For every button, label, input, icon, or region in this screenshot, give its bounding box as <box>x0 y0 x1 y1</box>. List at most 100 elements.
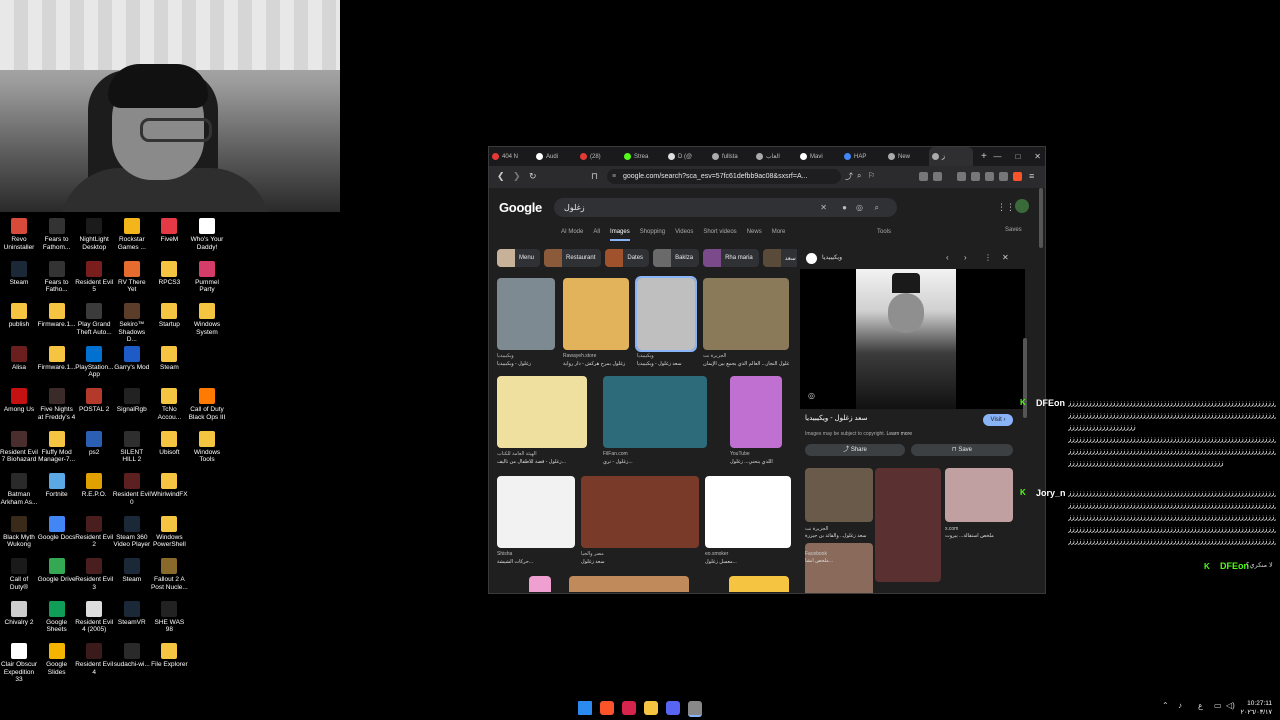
desktop-shortcut[interactable]: Garry's Mod <box>113 345 151 372</box>
files-icon[interactable] <box>644 701 658 715</box>
result-thumbnail[interactable] <box>563 278 629 350</box>
search-tab[interactable]: Videos <box>675 229 693 241</box>
clear-icon[interactable]: ✕ <box>820 198 827 217</box>
brave-icon[interactable] <box>600 701 614 715</box>
search-tab[interactable]: More <box>772 229 786 241</box>
share-button[interactable]: ⤴ Share <box>805 444 905 456</box>
filter-chip[interactable]: Menu <box>497 249 541 267</box>
microphone-icon[interactable]: ♪ <box>1178 701 1182 710</box>
previous-result-icon[interactable]: ‹ <box>946 253 949 262</box>
result-source[interactable]: الجزيرة نت <box>703 353 726 359</box>
desktop-shortcut[interactable]: File Explorer <box>150 643 188 669</box>
desktop-shortcut[interactable]: Firmware.1... <box>38 303 76 329</box>
desktop-shortcut[interactable]: Steam <box>0 260 38 287</box>
desktop-shortcut[interactable]: RPCS3 <box>150 260 188 287</box>
desktop-shortcut[interactable]: SHE WAS 98 <box>150 600 188 634</box>
search-tab[interactable]: News <box>747 229 762 241</box>
url-field[interactable]: ≡ google.com/search?sca_esv=57fc61defbb9… <box>607 169 841 184</box>
result-thumbnail[interactable] <box>581 476 699 548</box>
desktop-shortcut[interactable]: Fallout 2 A Post Nucle... <box>150 558 188 591</box>
result-caption[interactable]: معسل زغلول... <box>705 559 791 565</box>
desktop-shortcut[interactable]: ps2 <box>75 430 113 457</box>
zoom-icon[interactable]: ⌕ <box>857 171 861 181</box>
extension-5-icon[interactable] <box>985 172 994 181</box>
image-result[interactable] <box>729 576 789 592</box>
new-tab-button[interactable]: + <box>973 151 987 162</box>
desktop-shortcut[interactable]: Windows System <box>188 303 226 336</box>
desktop-shortcut[interactable]: Steam <box>150 345 188 372</box>
desktop-shortcut[interactable]: Windows Tools <box>188 430 226 464</box>
desktop-shortcut[interactable]: SignalRgb <box>113 388 151 414</box>
result-caption[interactable]: زغلول - قصة للأطفال من تأليف... <box>497 459 587 465</box>
browser-tab[interactable]: Strea <box>621 147 665 166</box>
browser-tab[interactable]: fullsta <box>709 147 753 166</box>
desktop-shortcut[interactable]: sudachi-wi... <box>113 643 151 669</box>
desktop-shortcut[interactable]: Chivalry 2 <box>0 600 38 627</box>
bookmark-icon[interactable]: ⊓ <box>591 171 598 182</box>
image-result[interactable]: مصر والجيا سعد زغلول <box>581 476 699 570</box>
result-caption[interactable]: زغلول - تري... <box>603 459 707 465</box>
desktop-shortcut[interactable]: Fears to Fatho... <box>38 260 76 294</box>
result-thumbnail[interactable] <box>730 376 782 448</box>
discord-icon[interactable] <box>666 701 680 715</box>
desktop-shortcut[interactable]: Call of Duty Black Ops III <box>188 388 226 421</box>
extension-1-icon[interactable] <box>919 172 928 181</box>
desktop-shortcut[interactable]: Fluffy Mod Manager-7... <box>38 430 76 464</box>
browser-tab[interactable]: New <box>885 147 929 166</box>
desktop-shortcut[interactable]: TcNo Accou... <box>150 388 188 421</box>
result-caption[interactable]: زغلول بمرح هركش - دار رواية <box>563 361 629 367</box>
desktop-shortcut[interactable]: Google Slides <box>38 643 76 676</box>
desktop-shortcut[interactable]: R.E.P.O. <box>75 473 113 499</box>
share-page-icon[interactable]: ⤴ <box>845 171 853 182</box>
forward-icon[interactable]: ❯ <box>513 171 521 182</box>
related-image[interactable]: الجزيرة نت سعد زغلول.. والقائد بن جيزرة <box>805 468 873 539</box>
apps-grid-icon[interactable]: ⋮⋮ <box>997 202 1015 213</box>
browser-tab[interactable]: D (@ <box>665 147 709 166</box>
result-source[interactable]: ويكيبيديا <box>497 353 514 359</box>
browser-tab[interactable]: (28) <box>577 147 621 166</box>
result-thumbnail[interactable] <box>603 376 707 448</box>
image-result[interactable]: YouTube اللذي ينحني... زغلول <box>730 376 782 470</box>
extension-4-icon[interactable] <box>971 172 980 181</box>
result-thumbnail[interactable] <box>705 476 791 548</box>
desktop-shortcut[interactable]: SILENT HILL 2 <box>113 430 151 464</box>
desktop-shortcut[interactable]: Windows PowerShell <box>150 515 188 549</box>
desktop-shortcut[interactable]: publish <box>0 303 38 329</box>
lens-icon[interactable]: ◎ <box>856 198 863 217</box>
browser-tab[interactable]: العاب <box>753 147 797 166</box>
desktop-shortcut[interactable]: Clair Obscur Expedition 33 <box>0 643 38 684</box>
search-tab[interactable]: AI Mode <box>561 229 583 241</box>
google-logo[interactable]: Google <box>499 200 542 215</box>
desktop-shortcut[interactable]: Firmware.1... <box>38 345 76 372</box>
desktop-shortcut[interactable]: Alisa <box>0 345 38 372</box>
chrome-icon[interactable] <box>688 701 702 717</box>
desktop-shortcut[interactable]: Ubisoft <box>150 430 188 457</box>
desktop-shortcut[interactable]: Google Docs <box>38 515 76 542</box>
result-caption[interactable]: زغلول - ويكيبيديا <box>497 361 555 367</box>
back-icon[interactable]: ❮ <box>497 171 505 182</box>
browser-tab[interactable]: 404 N <box>489 147 533 166</box>
result-source[interactable]: مصر والجيا <box>581 551 604 557</box>
app-a-icon[interactable] <box>622 701 636 715</box>
save-button[interactable]: ⊓ Save <box>911 444 1013 456</box>
image-result[interactable]: FilFan.com زغلول - تري... <box>603 376 707 470</box>
image-result[interactable]: الجزيرة نت زغلول النجار... العالم الذي يج… <box>703 278 789 372</box>
extension-6-icon[interactable] <box>999 172 1008 181</box>
desktop-shortcut[interactable]: Steam 360 Video Player <box>113 515 151 549</box>
search-tab[interactable]: Shopping <box>640 229 665 241</box>
desktop-shortcut[interactable]: SteamVR <box>113 600 151 627</box>
desktop-shortcut[interactable]: NightLight Desktop <box>75 218 113 251</box>
desktop-shortcut[interactable]: Resident Evil 5 <box>75 260 113 294</box>
image-result[interactable]: الهيئة العامة للكتاب زغلول - قصة للأطفال … <box>497 376 587 470</box>
desktop-shortcut[interactable]: Who's Your Daddy! <box>188 218 226 251</box>
desktop-shortcut[interactable]: Call of Duty® <box>0 558 38 591</box>
related-image[interactable]: x.com ملخص استقالة... بيروت <box>945 468 1013 539</box>
desktop-shortcut[interactable]: RV There Yet <box>113 260 151 294</box>
desktop-shortcut[interactable]: POSTAL 2 <box>75 388 113 414</box>
result-thumbnail[interactable] <box>497 376 587 448</box>
desktop-shortcut[interactable]: Five Nights at Freddy's 4 <box>38 388 76 421</box>
brave-shield-icon[interactable]: ⚐ <box>868 171 875 180</box>
volume-icon[interactable]: ◁) <box>1226 701 1235 710</box>
result-source[interactable]: الهيئة العامة للكتاب <box>497 451 537 457</box>
desktop-shortcut[interactable]: Play Grand Theft Auto... <box>75 303 113 336</box>
